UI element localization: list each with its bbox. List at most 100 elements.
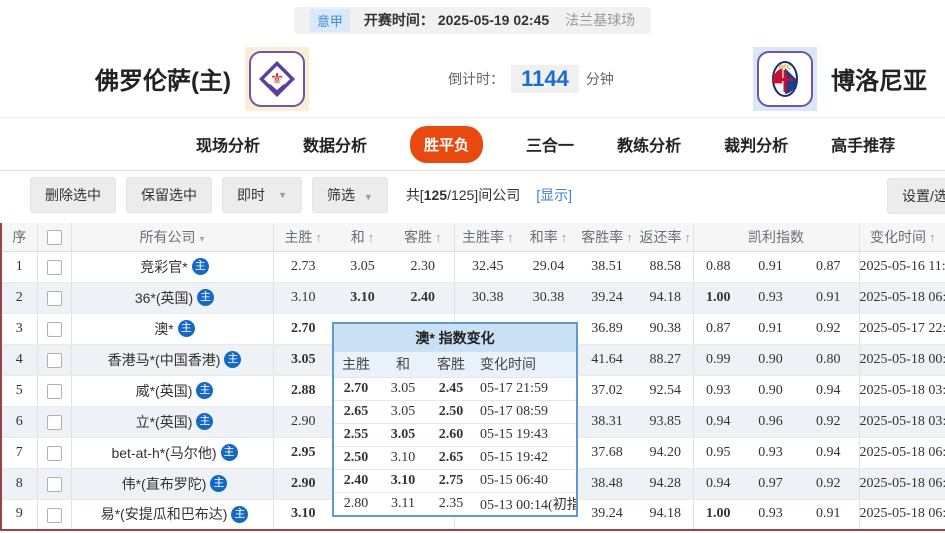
row-seq: 9 (1, 499, 37, 530)
tab-2-active[interactable]: 胜平负 (410, 126, 483, 163)
column-header[interactable]: 主胜↑ (273, 223, 333, 251)
home-odds: 2.88 (273, 375, 333, 406)
chevron-down-icon[interactable]: ▾ (199, 234, 204, 245)
trend-icon[interactable]: 主 (231, 506, 248, 523)
row-checkbox[interactable] (47, 353, 62, 368)
row-checkbox[interactable] (47, 291, 62, 306)
popup-table: 主胜和客胜变化时间 2.703.052.4505-17 21:592.653.0… (334, 352, 576, 515)
row-checkbox[interactable] (47, 477, 62, 492)
svg-text:BFC: BFC (779, 65, 792, 71)
trend-icon[interactable]: 主 (224, 351, 241, 368)
row-checkbox-cell (37, 406, 71, 437)
kelly-index-1: 0.94 (693, 468, 743, 499)
away-rate: 37.68 (576, 437, 638, 468)
filter-button[interactable]: 筛选 ▼ (312, 177, 388, 213)
popup-away-odds: 2.50 (428, 400, 474, 423)
column-header-label: 变化时间 (870, 229, 926, 245)
row-checkbox-cell (37, 251, 71, 282)
row-seq: 5 (1, 375, 37, 406)
column-header-label: 返还率 (640, 229, 682, 245)
change-time: 2025-05-18 03:00 (859, 375, 945, 406)
company-name: bet-at-h*(马尔他) (111, 445, 216, 461)
popup-change-time: 05-13 00:14(初指) (474, 492, 576, 515)
row-checkbox[interactable] (47, 260, 62, 275)
column-header[interactable]: 变化时间↑ (859, 223, 945, 251)
row-checkbox[interactable] (47, 384, 62, 399)
column-header[interactable]: 和↑ (333, 223, 392, 251)
popup-row: 2.703.052.4505-17 21:59 (334, 377, 576, 400)
row-checkbox-cell (37, 282, 71, 313)
match-info-box: 意甲 开赛时间： 2025-05-19 02:45 法兰基球场 (294, 7, 651, 34)
countdown: 倒计时： 1144 分钟 (309, 65, 753, 93)
keep-selected-button[interactable]: 保留选中 (126, 177, 212, 213)
row-checkbox-cell (37, 375, 71, 406)
kelly-index-1: 1.00 (693, 282, 743, 313)
sort-asc-icon[interactable]: ↑ (507, 230, 514, 245)
sort-asc-icon[interactable]: ↑ (561, 230, 568, 245)
kelly-index-1: 1.00 (693, 499, 743, 530)
sort-asc-icon[interactable]: ↑ (685, 230, 692, 245)
trend-icon[interactable]: 主 (196, 382, 213, 399)
column-header[interactable]: 和率↑ (521, 223, 576, 251)
trend-icon[interactable]: 主 (196, 413, 213, 430)
kelly-index-2: 0.93 (743, 282, 798, 313)
column-header-label: 所有公司 (139, 229, 195, 245)
select-all-cell[interactable] (37, 223, 71, 251)
company-cell: 竞彩官*主 (71, 251, 273, 282)
home-odds: 2.70 (273, 313, 333, 344)
change-time: 2025-05-17 22:00 (859, 313, 945, 344)
kelly-index-3: 0.92 (798, 406, 859, 437)
away-rate: 41.64 (576, 344, 638, 375)
away-rate: 38.31 (576, 406, 638, 437)
popup-draw-odds: 3.05 (378, 400, 428, 423)
row-checkbox[interactable] (47, 322, 62, 337)
column-header[interactable]: 客胜率↑ (576, 223, 638, 251)
kelly-index-2: 0.91 (743, 251, 798, 282)
select-all-checkbox[interactable] (47, 230, 62, 245)
show-link[interactable]: [显示] (536, 185, 572, 205)
sort-asc-icon[interactable]: ↑ (368, 230, 375, 245)
caret-down-icon: ▼ (278, 190, 287, 200)
sort-asc-icon[interactable]: ↑ (316, 230, 323, 245)
delete-selected-button[interactable]: 删除选中 (30, 177, 116, 213)
trend-icon[interactable]: 主 (210, 475, 227, 492)
company-count-total: /125]间公司 (447, 187, 520, 203)
odds-change-popup: 澳* 指数变化 主胜和客胜变化时间 2.703.052.4505-17 21:5… (332, 322, 578, 517)
row-checkbox[interactable] (47, 508, 62, 523)
trend-icon[interactable]: 主 (178, 320, 195, 337)
popup-draw-odds: 3.05 (378, 423, 428, 446)
realtime-select-value: 即时 (237, 185, 265, 205)
column-header[interactable]: 客胜↑ (392, 223, 454, 251)
realtime-select[interactable]: 即时 ▼ (222, 177, 302, 213)
caret-down-icon: ▼ (364, 192, 373, 202)
trend-icon[interactable]: 主 (221, 444, 238, 461)
tab-3[interactable]: 三合一 (526, 132, 574, 156)
sort-asc-icon[interactable]: ↑ (929, 230, 936, 245)
tab-4[interactable]: 教练分析 (617, 132, 681, 156)
tab-5[interactable]: 裁判分析 (724, 132, 788, 156)
settings-button[interactable]: 设置/选择 (887, 178, 945, 214)
return-rate: 94.18 (638, 282, 693, 313)
trend-icon[interactable]: 主 (192, 258, 209, 275)
tab-0[interactable]: 现场分析 (196, 132, 260, 156)
popup-away-odds: 2.35 (428, 492, 474, 515)
tab-1[interactable]: 数据分析 (303, 132, 367, 156)
trend-icon[interactable]: 主 (197, 289, 214, 306)
column-header[interactable]: 主胜率↑ (454, 223, 521, 251)
row-checkbox-cell (37, 499, 71, 530)
sort-asc-icon[interactable]: ↑ (435, 230, 442, 245)
row-checkbox[interactable] (47, 415, 62, 430)
column-header[interactable]: 所有公司 ▾ (71, 223, 273, 251)
venue-name: 法兰基球场 (565, 10, 635, 30)
column-header-label: 客胜率 (581, 229, 623, 245)
home-odds: 2.95 (273, 437, 333, 468)
column-header[interactable]: 返还率↑ (638, 223, 693, 251)
sort-asc-icon[interactable]: ↑ (626, 230, 633, 245)
tab-6[interactable]: 高手推荐 (831, 132, 895, 156)
return-rate: 88.27 (638, 344, 693, 375)
column-header-label: 主胜率 (462, 229, 504, 245)
kelly-index-3: 0.92 (798, 468, 859, 499)
change-time: 2025-05-16 11:02 (859, 251, 945, 282)
table-toolbar: 删除选中 保留选中 即时 ▼ 筛选 ▼ 共[125/125]间公司 [显示] 设… (0, 171, 945, 219)
row-checkbox[interactable] (47, 446, 62, 461)
